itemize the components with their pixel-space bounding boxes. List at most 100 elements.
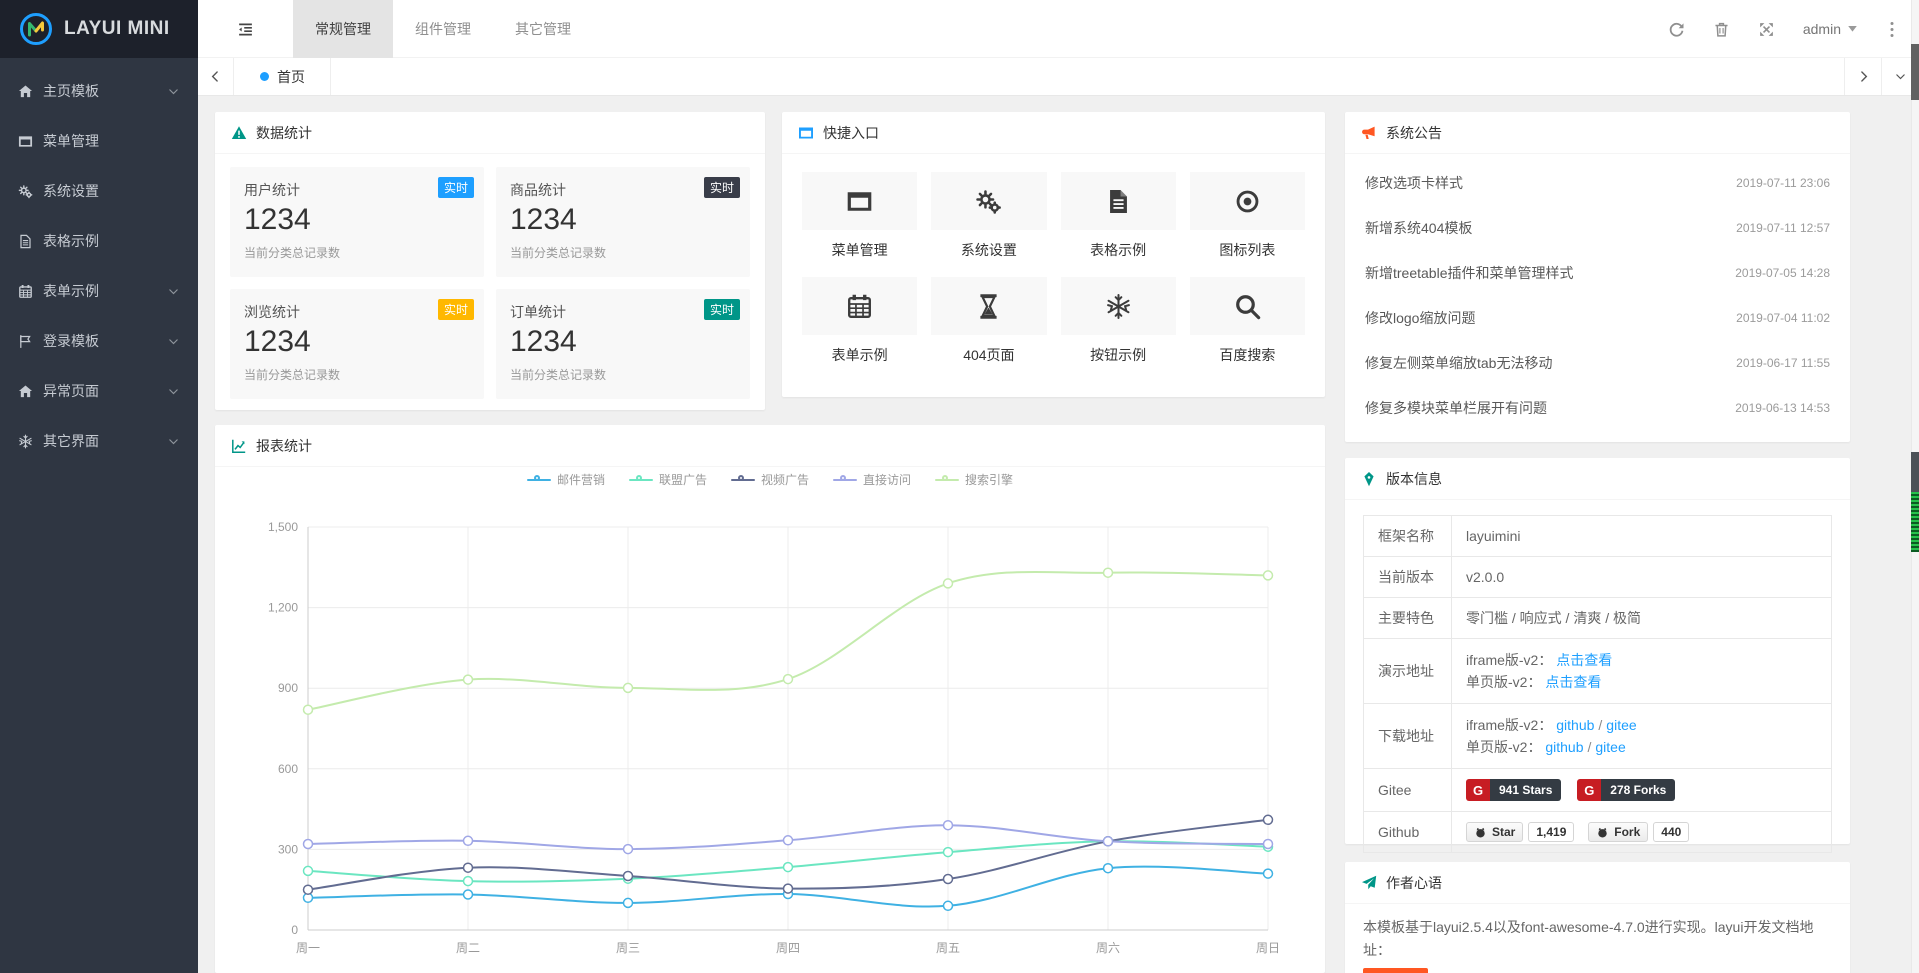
sidebar-item-form-example[interactable]: 表单示例 bbox=[0, 266, 198, 316]
y-axis-tick: 1,200 bbox=[268, 601, 298, 615]
github-fork-count[interactable]: 440 bbox=[1653, 822, 1689, 842]
demo-spa-link[interactable]: 点击查看 bbox=[1545, 674, 1601, 690]
top-header: 常规管理 组件管理 其它管理 admin bbox=[198, 0, 1919, 58]
quick-item-system-settings[interactable]: 系统设置 bbox=[931, 172, 1046, 260]
github-star-count[interactable]: 1,419 bbox=[1528, 822, 1574, 842]
tab-scroll-left-button[interactable] bbox=[198, 58, 234, 95]
gitee-forks-badge[interactable]: G 278 Forks bbox=[1577, 779, 1675, 801]
table-row: 当前版本 v2.0.0 bbox=[1364, 557, 1832, 598]
notice-item[interactable]: 新增treetable插件和菜单管理样式 2019-07-05 14:28 bbox=[1365, 250, 1830, 295]
github-star-widget: Star 1,419 bbox=[1466, 822, 1574, 842]
quick-item-404-page[interactable]: 404页面 bbox=[931, 277, 1046, 365]
download-gitee-link[interactable]: gitee bbox=[1606, 717, 1636, 733]
warning-triangle-icon bbox=[231, 125, 247, 141]
demo-line-prefix: 单页版-v2： bbox=[1466, 674, 1541, 690]
quick-item-form-example[interactable]: 表单示例 bbox=[802, 277, 917, 365]
github-star-button[interactable]: Star bbox=[1466, 822, 1523, 842]
legend-item[interactable]: 视频广告 bbox=[731, 471, 809, 488]
y-axis-tick: 600 bbox=[278, 762, 298, 776]
legend-item[interactable]: 邮件营销 bbox=[527, 471, 605, 488]
card-title: 报表统计 bbox=[256, 436, 312, 456]
fullscreen-icon[interactable] bbox=[1758, 21, 1775, 38]
sidebar-item-error-pages[interactable]: 异常页面 bbox=[0, 366, 198, 416]
quick-item-menu-management[interactable]: 菜单管理 bbox=[802, 172, 917, 260]
sidebar-item-label: 异常页面 bbox=[43, 381, 167, 401]
quick-item-label: 按钮示例 bbox=[1061, 345, 1176, 365]
realtime-badge: 实时 bbox=[438, 299, 474, 320]
legend-item[interactable]: 联盟广告 bbox=[629, 471, 707, 488]
tab-general-management[interactable]: 常规管理 bbox=[293, 0, 393, 58]
notice-item[interactable]: 修复多模块菜单栏展开有问题 2019-06-13 14:53 bbox=[1365, 385, 1830, 430]
collapse-sidebar-button[interactable] bbox=[226, 0, 264, 58]
tab-component-management[interactable]: 组件管理 bbox=[393, 0, 493, 58]
page-scrollbar-thumb[interactable] bbox=[1911, 44, 1919, 100]
x-axis-tick: 周四 bbox=[776, 941, 800, 955]
sidebar-item-home-template[interactable]: 主页模板 bbox=[0, 66, 198, 116]
sidebar-item-login-template[interactable]: 登录模板 bbox=[0, 316, 198, 366]
legend-marker-icon bbox=[629, 475, 653, 485]
sidebar-item-menu-management[interactable]: 菜单管理 bbox=[0, 116, 198, 166]
notice-item[interactable]: 修改选项卡样式 2019-07-11 23:06 bbox=[1365, 160, 1830, 205]
sidebar-item-label: 登录模板 bbox=[43, 331, 167, 351]
download-gitee-link[interactable]: gitee bbox=[1595, 739, 1625, 755]
sidebar-item-other-ui[interactable]: 其它界面 bbox=[0, 416, 198, 466]
demo-iframe-link[interactable]: 点击查看 bbox=[1556, 652, 1612, 668]
quick-item-table-example[interactable]: 表格示例 bbox=[1061, 172, 1176, 260]
stat-value: 1234 bbox=[244, 325, 470, 359]
notice-text: 新增treetable插件和菜单管理样式 bbox=[1365, 263, 1573, 283]
chevron-down-icon bbox=[1894, 70, 1907, 83]
card-header: 作者心语 bbox=[1345, 862, 1850, 904]
trash-icon[interactable] bbox=[1713, 21, 1730, 38]
quick-item-label: 菜单管理 bbox=[802, 240, 917, 260]
gitee-stars-badge[interactable]: G 941 Stars bbox=[1466, 779, 1561, 801]
quick-item-button-example[interactable]: 按钮示例 bbox=[1061, 277, 1176, 365]
table-row: 下载地址 iframe版-v2： github/gitee 单页版-v2： gi… bbox=[1364, 704, 1832, 769]
sidebar-item-system-settings[interactable]: 系统设置 bbox=[0, 166, 198, 216]
notice-item[interactable]: 修复左侧菜单缩放tab无法移动 2019-06-17 11:55 bbox=[1365, 340, 1830, 385]
stat-value: 1234 bbox=[510, 203, 736, 237]
ellipsis-v-icon[interactable] bbox=[1885, 21, 1899, 38]
series-marker bbox=[944, 848, 953, 857]
legend-item[interactable]: 搜索引擎 bbox=[935, 471, 1013, 488]
user-dropdown[interactable]: admin bbox=[1803, 21, 1857, 37]
app-logo[interactable]: LAYUI MINI bbox=[0, 0, 198, 58]
sidebar-item-label: 表格示例 bbox=[43, 231, 180, 251]
notice-item[interactable]: 新增系统404模板 2019-07-11 12:57 bbox=[1365, 205, 1830, 250]
legend-marker-icon bbox=[731, 475, 755, 485]
notice-item[interactable]: 修改logo缩放问题 2019-07-04 11:02 bbox=[1365, 295, 1830, 340]
stat-value: 1234 bbox=[510, 325, 736, 359]
quick-item-baidu-search[interactable]: 百度搜索 bbox=[1190, 277, 1305, 365]
legend-label: 邮件营销 bbox=[557, 471, 605, 488]
row-value: 零门槛 / 响应式 / 清爽 / 极简 bbox=[1452, 598, 1832, 639]
tab-scroll-right-button[interactable] bbox=[1844, 58, 1881, 95]
sidebar-item-table-example[interactable]: 表格示例 bbox=[0, 216, 198, 266]
legend-item[interactable]: 直接访问 bbox=[833, 471, 911, 488]
stat-caption: 当前分类总记录数 bbox=[244, 244, 470, 261]
chevron-right-icon bbox=[1857, 70, 1870, 83]
download-github-link[interactable]: github bbox=[1556, 717, 1594, 733]
layui-doc-badge[interactable]: layui文档 bbox=[1363, 968, 1428, 973]
iframe-scrollbar-thumb[interactable] bbox=[1911, 452, 1919, 552]
series-marker bbox=[784, 836, 793, 845]
download-github-link[interactable]: github bbox=[1545, 739, 1583, 755]
series-marker bbox=[464, 675, 473, 684]
home-icon bbox=[18, 384, 33, 399]
page-tabbar: 首页 bbox=[198, 58, 1919, 96]
tab-home[interactable]: 首页 bbox=[235, 58, 331, 95]
legend-label: 搜索引擎 bbox=[965, 471, 1013, 488]
separator: / bbox=[1598, 717, 1602, 733]
quick-item-label: 系统设置 bbox=[931, 240, 1046, 260]
series-marker bbox=[784, 884, 793, 893]
card-author-words: 作者心语 本模板基于layui2.5.4以及font-awesome-4.7.0… bbox=[1345, 862, 1850, 973]
quick-item-icon-list[interactable]: 图标列表 bbox=[1190, 172, 1305, 260]
refresh-icon[interactable] bbox=[1668, 21, 1685, 38]
sidebar: LAYUI MINI 主页模板 菜单管理 系统设置 表格示例 表单示例 登录模板 bbox=[0, 0, 198, 973]
series-marker bbox=[624, 898, 633, 907]
series-marker bbox=[624, 845, 633, 854]
github-fork-button[interactable]: Fork bbox=[1588, 822, 1648, 842]
gears-icon bbox=[975, 188, 1002, 215]
sidebar-item-label: 其它界面 bbox=[43, 431, 167, 451]
tab-other-management[interactable]: 其它管理 bbox=[493, 0, 593, 58]
stat-box-users: 用户统计 1234 当前分类总记录数 实时 bbox=[230, 167, 484, 277]
chevron-down-icon bbox=[167, 435, 180, 448]
